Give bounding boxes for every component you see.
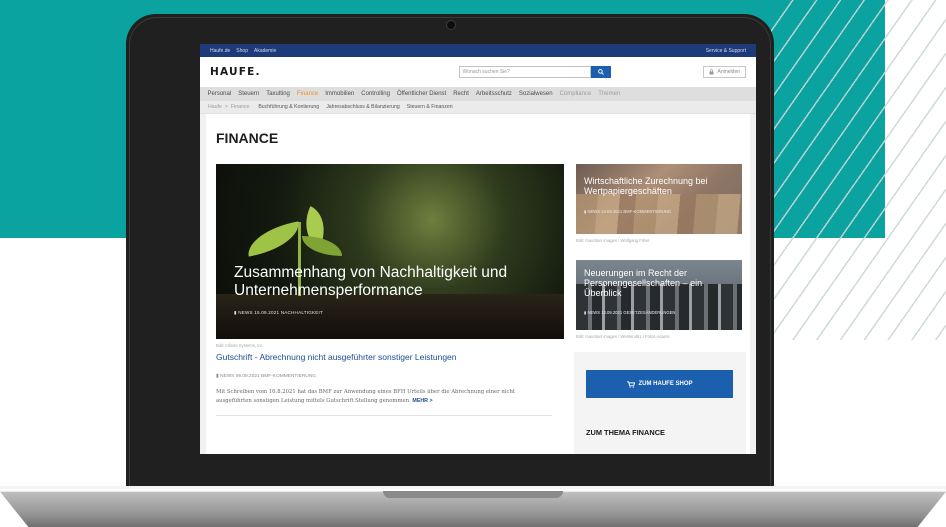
card-meta-text: NEWS 13.09.2021 GESETZESÄNDERUNGEN (587, 310, 676, 315)
login-button[interactable]: Anmelden (703, 66, 746, 78)
subnav-item-steuern-finanzen[interactable]: Steuern & Finanzen (407, 104, 453, 110)
search-input[interactable]: Wonach suchen Sie? (458, 66, 591, 78)
nav-item-sozialwesen[interactable]: Sozialwesen (519, 91, 553, 97)
card-meta: ▮ NEWS 13.09.2021 GESETZESÄNDERUNGEN (584, 310, 675, 315)
topbar-link-shop[interactable]: Shop (236, 48, 248, 54)
shop-button-label: ZUM HAUFE SHOP (638, 381, 693, 387)
card-title[interactable]: Wirtschaftliche Zurechnung bei Wertpapie… (584, 176, 736, 196)
card-image-caption: Bild: mauritius images / Westend61 / Fot… (576, 334, 670, 339)
nav-item-controlling[interactable]: Controlling (361, 91, 390, 97)
nav-item-themen[interactable]: Themen (598, 91, 620, 97)
card-title[interactable]: Neuerungen im Recht der Personengesellsc… (584, 268, 736, 298)
main-content: FINANCE Zusammenhang von Nachhaltigkeit … (206, 114, 750, 454)
main-navigation: Personal Steuern Taxulting Finance Immob… (200, 87, 756, 101)
banknote-image (576, 194, 742, 234)
laptop-base-highlight (0, 486, 946, 489)
stage: Haufe.de Shop Akademie Service & Support… (0, 0, 946, 527)
haufe-shop-button[interactable]: ZUM HAUFE SHOP (586, 370, 733, 398)
card-meta-text: NEWS 14.09.2021 BMF-KOMMENTIERUNG (587, 209, 672, 214)
sub-navigation: Haufe > Finance Buchführung & Kontierung… (200, 101, 756, 114)
nav-item-recht[interactable]: Recht (453, 91, 469, 97)
thema-heading: ZUM THEMA FINANCE (586, 428, 665, 437)
hero-image-caption: Bild: Infinite Systems, Inc. (216, 343, 264, 348)
teaser-card-personengesellschaften[interactable]: Neuerungen im Recht der Personengesellsc… (576, 260, 742, 330)
seedling-leaf (244, 221, 303, 257)
seedling-leaf (302, 236, 342, 256)
article-more-link[interactable]: MEHR > (412, 398, 432, 404)
top-service-bar: Haufe.de Shop Akademie Service & Support (200, 44, 756, 57)
hero-soil (216, 294, 564, 339)
article-divider (216, 415, 552, 416)
breadcrumb-separator: > (224, 104, 228, 110)
search-icon (597, 69, 604, 75)
nav-item-compliance[interactable]: Compliance (560, 91, 592, 97)
teaser-card-wertpapier[interactable]: Wirtschaftliche Zurechnung bei Wertpapie… (576, 164, 742, 234)
article-title[interactable]: Gutschrift - Abrechnung nicht ausgeführt… (216, 352, 564, 362)
hero-teaser[interactable]: Zusammenhang von Nachhaltigkeit und Unte… (216, 164, 564, 339)
topbar-link-akademie[interactable]: Akademie (254, 48, 276, 54)
sidebar-box: ZUM HAUFE SHOP ZUM THEMA FINANCE (574, 352, 746, 454)
article-meta: ▮ NEWS 09.09.2021 BMF-KOMMENTIERUNG (216, 374, 564, 379)
article-teaser: Gutschrift - Abrechnung nicht ausgeführt… (216, 352, 564, 416)
article-body: Mit Schreiben vom 16.8.2021 hat das BMF … (216, 388, 552, 406)
subnav-item-buchfuehrung[interactable]: Buchführung & Kontierung (258, 104, 319, 110)
laptop-screen: Haufe.de Shop Akademie Service & Support… (200, 44, 756, 454)
card-image-caption: Bild: mauritius images / Wolfgang Filser (576, 238, 650, 243)
nav-item-immobilien[interactable]: Immobilien (325, 91, 354, 97)
hero-meta: ▮ NEWS 15.09.2021 NACHHALTIGKEIT (234, 310, 323, 316)
hero-title[interactable]: Zusammenhang von Nachhaltigkeit und Unte… (234, 264, 564, 300)
nav-item-taxulting[interactable]: Taxulting (266, 91, 290, 97)
search-button[interactable] (590, 66, 611, 78)
article-body-text: Mit Schreiben vom 16.8.2021 hat das BMF … (216, 389, 516, 404)
lock-icon (709, 69, 714, 75)
shopping-cart-icon (626, 380, 635, 388)
nav-item-finance[interactable]: Finance (297, 91, 318, 97)
topbar-link-haufe[interactable]: Haufe.de (210, 48, 230, 54)
laptop-opening-notch (383, 491, 563, 498)
article-meta-text: NEWS 09.09.2021 BMF-KOMMENTIERUNG (219, 374, 316, 379)
page-title: FINANCE (216, 130, 279, 146)
breadcrumb-haufe[interactable]: Haufe (208, 104, 222, 110)
hero-meta-text: NEWS 15.09.2021 NACHHALTIGKEIT (238, 310, 324, 315)
subnav-item-jahresabschluss[interactable]: Jahresabschluss & Bilanzierung (326, 104, 400, 110)
topbar-link-service[interactable]: Service & Support (706, 48, 746, 54)
nav-item-arbeitsschutz[interactable]: Arbeitsschutz (476, 91, 512, 97)
nav-item-personal[interactable]: Personal (208, 91, 232, 97)
breadcrumb-finance[interactable]: Finance (231, 104, 249, 110)
site-header: HAUFE. Wonach suchen Sie? Anmelden (200, 57, 756, 87)
diagonal-stripes-pattern (770, 0, 946, 340)
haufe-logo[interactable]: HAUFE. (210, 66, 261, 78)
nav-item-oeffentlicher-dienst[interactable]: Öffentlicher Dienst (397, 91, 446, 97)
login-label: Anmelden (717, 69, 740, 75)
nav-item-steuern[interactable]: Steuern (238, 91, 259, 97)
card-meta: ▮ NEWS 14.09.2021 BMF-KOMMENTIERUNG (584, 209, 671, 214)
webcam-icon (446, 20, 456, 30)
